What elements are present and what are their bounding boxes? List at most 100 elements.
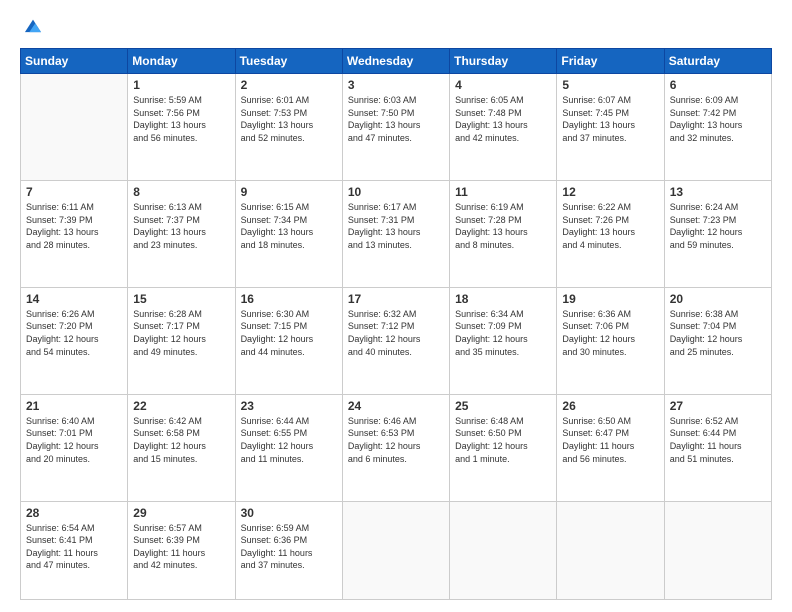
calendar-week-row: 14 Sunrise: 6:26 AM Sunset: 7:20 PM Dayli… — [21, 287, 772, 394]
calendar-cell: 20 Sunrise: 6:38 AM Sunset: 7:04 PM Dayli… — [664, 287, 771, 394]
day-number: 21 — [26, 399, 122, 413]
day-info: Sunrise: 6:52 AM Sunset: 6:44 PM Dayligh… — [670, 415, 766, 465]
calendar-cell: 3 Sunrise: 6:03 AM Sunset: 7:50 PM Daylig… — [342, 74, 449, 181]
day-number: 26 — [562, 399, 658, 413]
calendar-week-row: 7 Sunrise: 6:11 AM Sunset: 7:39 PM Daylig… — [21, 180, 772, 287]
weekday-header-friday: Friday — [557, 49, 664, 74]
day-number: 12 — [562, 185, 658, 199]
calendar-cell: 10 Sunrise: 6:17 AM Sunset: 7:31 PM Dayli… — [342, 180, 449, 287]
calendar-cell: 16 Sunrise: 6:30 AM Sunset: 7:15 PM Dayli… — [235, 287, 342, 394]
day-number: 29 — [133, 506, 229, 520]
calendar-cell: 27 Sunrise: 6:52 AM Sunset: 6:44 PM Dayli… — [664, 394, 771, 501]
calendar-cell: 4Sunrise: 6:05 AM Sunset: 7:48 PM Daylig… — [450, 74, 557, 181]
weekday-header-wednesday: Wednesday — [342, 49, 449, 74]
calendar-week-row: 28 Sunrise: 6:54 AM Sunset: 6:41 PM Dayli… — [21, 501, 772, 599]
weekday-header-tuesday: Tuesday — [235, 49, 342, 74]
calendar-cell: 29 Sunrise: 6:57 AM Sunset: 6:39 PM Dayli… — [128, 501, 235, 599]
day-info: Sunrise: 6:46 AM Sunset: 6:53 PM Dayligh… — [348, 415, 444, 465]
day-info: Sunrise: 6:11 AM Sunset: 7:39 PM Dayligh… — [26, 201, 122, 251]
day-number: 20 — [670, 292, 766, 306]
day-info: Sunrise: 6:59 AM Sunset: 6:36 PM Dayligh… — [241, 522, 337, 572]
calendar-cell: 24 Sunrise: 6:46 AM Sunset: 6:53 PM Dayli… — [342, 394, 449, 501]
weekday-header-sunday: Sunday — [21, 49, 128, 74]
calendar-cell: 15Sunrise: 6:28 AM Sunset: 7:17 PM Dayli… — [128, 287, 235, 394]
day-number: 7 — [26, 185, 122, 199]
calendar-cell: 7 Sunrise: 6:11 AM Sunset: 7:39 PM Daylig… — [21, 180, 128, 287]
calendar-cell — [450, 501, 557, 599]
day-number: 10 — [348, 185, 444, 199]
day-info: Sunrise: 6:22 AM Sunset: 7:26 PM Dayligh… — [562, 201, 658, 251]
day-number: 2 — [241, 78, 337, 92]
day-info: Sunrise: 6:38 AM Sunset: 7:04 PM Dayligh… — [670, 308, 766, 358]
calendar-cell: 13Sunrise: 6:24 AM Sunset: 7:23 PM Dayli… — [664, 180, 771, 287]
calendar-cell — [557, 501, 664, 599]
day-number: 5 — [562, 78, 658, 92]
weekday-header-monday: Monday — [128, 49, 235, 74]
day-number: 4 — [455, 78, 551, 92]
day-number: 6 — [670, 78, 766, 92]
calendar-week-row: 21 Sunrise: 6:40 AM Sunset: 7:01 PM Dayli… — [21, 394, 772, 501]
day-info: Sunrise: 6:48 AM Sunset: 6:50 PM Dayligh… — [455, 415, 551, 465]
day-number: 18 — [455, 292, 551, 306]
day-info: Sunrise: 6:19 AM Sunset: 7:28 PM Dayligh… — [455, 201, 551, 251]
day-info: Sunrise: 6:42 AM Sunset: 6:58 PM Dayligh… — [133, 415, 229, 465]
day-number: 11 — [455, 185, 551, 199]
day-info: Sunrise: 6:54 AM Sunset: 6:41 PM Dayligh… — [26, 522, 122, 572]
day-info: Sunrise: 6:30 AM Sunset: 7:15 PM Dayligh… — [241, 308, 337, 358]
calendar-cell: 22 Sunrise: 6:42 AM Sunset: 6:58 PM Dayli… — [128, 394, 235, 501]
day-number: 24 — [348, 399, 444, 413]
day-info: Sunrise: 6:34 AM Sunset: 7:09 PM Dayligh… — [455, 308, 551, 358]
day-number: 22 — [133, 399, 229, 413]
header — [20, 18, 772, 38]
logo — [20, 18, 44, 38]
calendar-cell: 9 Sunrise: 6:15 AM Sunset: 7:34 PM Daylig… — [235, 180, 342, 287]
day-number: 15 — [133, 292, 229, 306]
calendar-cell: 28 Sunrise: 6:54 AM Sunset: 6:41 PM Dayli… — [21, 501, 128, 599]
day-number: 3 — [348, 78, 444, 92]
calendar-cell: 6 Sunrise: 6:09 AM Sunset: 7:42 PM Daylig… — [664, 74, 771, 181]
calendar-cell: 8Sunrise: 6:13 AM Sunset: 7:37 PM Daylig… — [128, 180, 235, 287]
day-info: Sunrise: 6:40 AM Sunset: 7:01 PM Dayligh… — [26, 415, 122, 465]
day-info: Sunrise: 6:15 AM Sunset: 7:34 PM Dayligh… — [241, 201, 337, 251]
day-number: 19 — [562, 292, 658, 306]
calendar-header-row: SundayMondayTuesdayWednesdayThursdayFrid… — [21, 49, 772, 74]
day-info: Sunrise: 6:44 AM Sunset: 6:55 PM Dayligh… — [241, 415, 337, 465]
day-info: Sunrise: 6:26 AM Sunset: 7:20 PM Dayligh… — [26, 308, 122, 358]
calendar-cell: 21 Sunrise: 6:40 AM Sunset: 7:01 PM Dayli… — [21, 394, 128, 501]
calendar-cell — [21, 74, 128, 181]
day-number: 23 — [241, 399, 337, 413]
calendar-cell — [664, 501, 771, 599]
calendar-cell: 25Sunrise: 6:48 AM Sunset: 6:50 PM Dayli… — [450, 394, 557, 501]
day-info: Sunrise: 6:17 AM Sunset: 7:31 PM Dayligh… — [348, 201, 444, 251]
day-number: 30 — [241, 506, 337, 520]
day-number: 13 — [670, 185, 766, 199]
day-info: Sunrise: 5:59 AM Sunset: 7:56 PM Dayligh… — [133, 94, 229, 144]
day-number: 28 — [26, 506, 122, 520]
day-number: 8 — [133, 185, 229, 199]
day-number: 9 — [241, 185, 337, 199]
calendar-cell: 5 Sunrise: 6:07 AM Sunset: 7:45 PM Daylig… — [557, 74, 664, 181]
calendar-cell: 17 Sunrise: 6:32 AM Sunset: 7:12 PM Dayli… — [342, 287, 449, 394]
calendar-week-row: 1Sunrise: 5:59 AM Sunset: 7:56 PM Daylig… — [21, 74, 772, 181]
calendar-cell: 18 Sunrise: 6:34 AM Sunset: 7:09 PM Dayli… — [450, 287, 557, 394]
day-number: 16 — [241, 292, 337, 306]
day-info: Sunrise: 6:57 AM Sunset: 6:39 PM Dayligh… — [133, 522, 229, 572]
weekday-header-saturday: Saturday — [664, 49, 771, 74]
calendar-cell: 1Sunrise: 5:59 AM Sunset: 7:56 PM Daylig… — [128, 74, 235, 181]
calendar-cell: 26 Sunrise: 6:50 AM Sunset: 6:47 PM Dayli… — [557, 394, 664, 501]
day-info: Sunrise: 6:36 AM Sunset: 7:06 PM Dayligh… — [562, 308, 658, 358]
logo-icon — [22, 16, 44, 38]
calendar-cell — [342, 501, 449, 599]
calendar-cell: 14 Sunrise: 6:26 AM Sunset: 7:20 PM Dayli… — [21, 287, 128, 394]
day-info: Sunrise: 6:32 AM Sunset: 7:12 PM Dayligh… — [348, 308, 444, 358]
day-info: Sunrise: 6:09 AM Sunset: 7:42 PM Dayligh… — [670, 94, 766, 144]
day-info: Sunrise: 6:03 AM Sunset: 7:50 PM Dayligh… — [348, 94, 444, 144]
day-number: 27 — [670, 399, 766, 413]
calendar-cell: 12 Sunrise: 6:22 AM Sunset: 7:26 PM Dayli… — [557, 180, 664, 287]
day-number: 17 — [348, 292, 444, 306]
calendar-table: SundayMondayTuesdayWednesdayThursdayFrid… — [20, 48, 772, 600]
day-number: 14 — [26, 292, 122, 306]
day-info: Sunrise: 6:07 AM Sunset: 7:45 PM Dayligh… — [562, 94, 658, 144]
day-info: Sunrise: 6:50 AM Sunset: 6:47 PM Dayligh… — [562, 415, 658, 465]
calendar-cell: 30 Sunrise: 6:59 AM Sunset: 6:36 PM Dayli… — [235, 501, 342, 599]
